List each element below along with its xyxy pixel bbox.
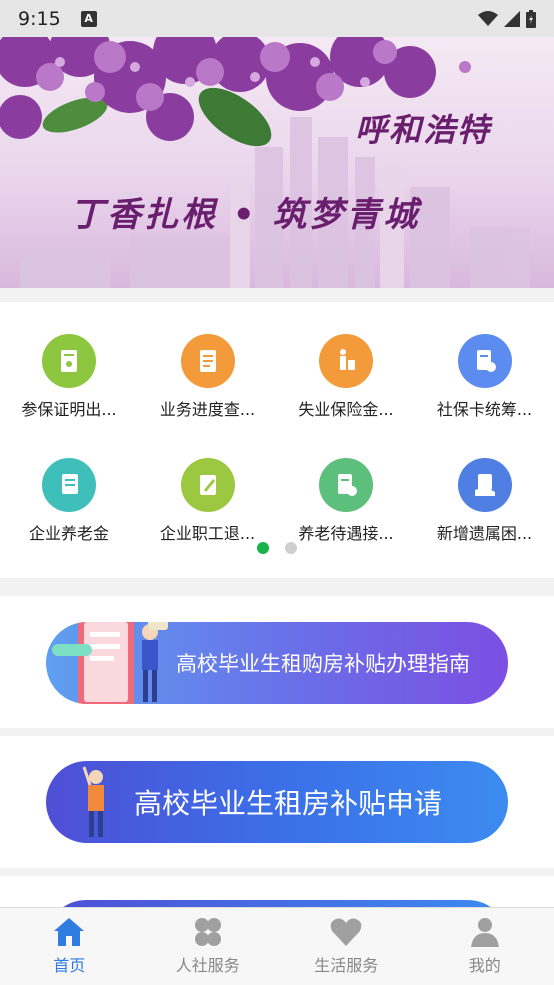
certificate-icon: [42, 334, 96, 388]
signal-icon: [504, 10, 520, 27]
transfer-doc-icon: [319, 458, 373, 512]
service-item[interactable]: 新增遗属困...: [416, 458, 554, 544]
phone-worker-illustration: [52, 622, 168, 704]
card-doc-icon: [457, 334, 512, 388]
banner-slogan: 丁香扎根 • 筑梦青城: [70, 195, 421, 235]
tab-mine-label: 我的: [468, 956, 501, 975]
service-item[interactable]: 社保卡统筹...: [416, 334, 554, 420]
progress-list-icon: [180, 334, 235, 388]
service-label: 企业职工退...: [159, 524, 256, 543]
service-label: 新增遗属困...: [436, 524, 533, 543]
tab-home-label: 首页: [53, 956, 86, 975]
hero-banner[interactable]: 呼和浩特 丁香扎根 • 筑梦青城: [0, 37, 554, 288]
pension-doc-icon: [42, 458, 96, 512]
promo-banner-rent-subsidy[interactable]: 高校毕业生租房补贴申请: [46, 761, 508, 843]
promo-banner-housing-guide[interactable]: 高校毕业生租购房补贴办理指南: [46, 622, 508, 704]
status-bar: 9:15 A: [0, 0, 554, 37]
promo-card-guide: 高校毕业生租购房补贴办理指南: [0, 596, 554, 728]
page-dot-1[interactable]: [257, 542, 269, 554]
service-item[interactable]: 业务进度查...: [139, 334, 277, 420]
service-grid: 参保证明出... 业务进度查... 失业保险金... 社保卡统筹... 企业养老金 企业职…: [0, 302, 554, 578]
tab-home[interactable]: 首页: [0, 908, 139, 985]
service-item[interactable]: 养老待遇接...: [277, 458, 415, 544]
service-label: 社保卡统筹...: [436, 400, 533, 419]
promo-card-apply: 高校毕业生租房补贴申请: [0, 736, 554, 868]
person-luggage-icon: [319, 334, 373, 388]
service-item[interactable]: 参保证明出...: [0, 334, 138, 420]
four-leaf-icon: [194, 918, 221, 946]
banner-city-title: 呼和浩特: [355, 111, 492, 149]
service-label: 失业保险金...: [298, 400, 394, 419]
tab-life-services-label: 生活服务: [314, 956, 379, 975]
hand-doc-icon: [457, 458, 512, 512]
tab-hr-services[interactable]: 人社服务: [139, 908, 278, 985]
user-icon: [470, 918, 499, 947]
promo-apply-text: 高校毕业生租房补贴申请: [134, 787, 443, 820]
status-time: 9:15: [18, 7, 61, 30]
service-item[interactable]: 企业养老金: [0, 458, 138, 544]
notification-a-icon: A: [80, 10, 97, 27]
tab-mine[interactable]: 我的: [416, 908, 554, 985]
home-icon: [54, 918, 85, 946]
tab-life-services[interactable]: 生活服务: [277, 908, 416, 985]
service-item[interactable]: 失业保险金...: [277, 334, 415, 420]
service-item[interactable]: 企业职工退...: [139, 458, 277, 544]
wifi-icon: [478, 10, 498, 26]
service-label: 养老待遇接...: [298, 524, 394, 543]
page-indicator: [0, 542, 554, 554]
battery-icon: [526, 9, 536, 28]
page-dot-2[interactable]: [285, 542, 297, 554]
person-raising-arm-illustration: [82, 766, 104, 837]
service-label: 业务进度查...: [159, 400, 256, 419]
service-label: 企业养老金: [28, 524, 109, 543]
heart-icon: [330, 918, 362, 946]
bottom-tab-bar: 首页 人社服务 生活服务 我的: [0, 907, 554, 985]
promo-guide-text: 高校毕业生租购房补贴办理指南: [176, 652, 470, 676]
lilac-flowers-illustration: [0, 37, 530, 288]
status-icons: [478, 9, 536, 28]
tab-hr-services-label: 人社服务: [175, 956, 240, 975]
edit-doc-icon: [180, 458, 235, 512]
service-label: 参保证明出...: [21, 400, 117, 419]
